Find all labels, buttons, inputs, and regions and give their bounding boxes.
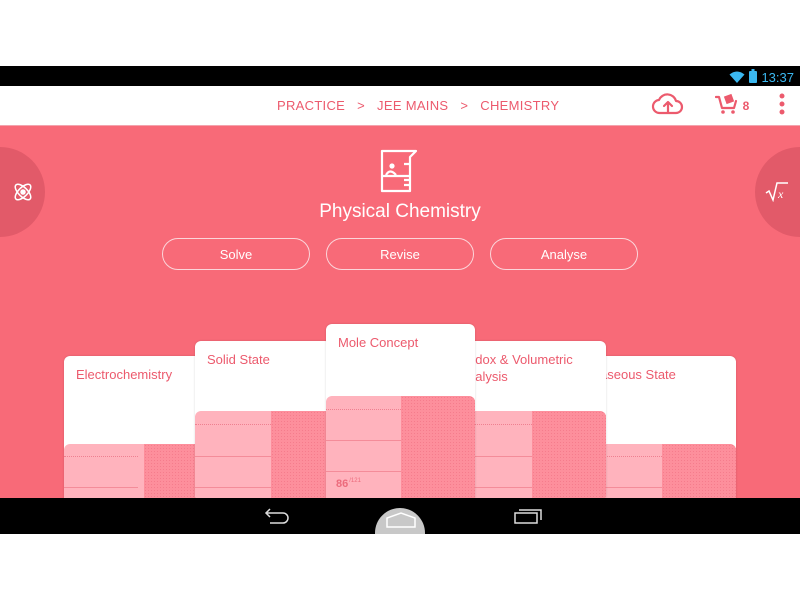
beaker-icon (378, 148, 422, 198)
more-vert-icon (779, 93, 785, 119)
chapter-title: Electrochemistry (76, 367, 173, 382)
breadcrumb-separator: > (460, 98, 469, 113)
recents-icon (514, 509, 542, 528)
breadcrumb-separator: > (357, 98, 366, 113)
score-value: 86 (336, 478, 349, 490)
chapter-card-mole-concept[interactable]: Mole Concept 86/121 (326, 324, 475, 498)
score-total: 121 (350, 478, 361, 485)
svg-text:x: x (777, 187, 784, 201)
wifi-icon (729, 68, 745, 87)
recents-button[interactable] (514, 508, 542, 528)
chapter-card-solid-state[interactable]: Solid State (195, 341, 331, 498)
next-subject-button[interactable]: x (755, 147, 800, 237)
home-button[interactable] (385, 512, 417, 532)
cart-count-badge: 8 (742, 99, 750, 113)
chapter-score: 86/121 (336, 478, 361, 490)
chapter-progress-area (466, 411, 606, 498)
more-options-button[interactable] (772, 92, 792, 120)
cloud-upload-icon (651, 92, 685, 120)
back-button[interactable] (262, 508, 290, 528)
battery-icon (749, 68, 758, 87)
chapter-progress-area (600, 444, 736, 498)
system-nav-bar (0, 498, 800, 534)
subject-panel: x Physical Chemistry Solve Revise Analys… (0, 126, 800, 498)
solve-button[interactable]: Solve (162, 238, 310, 270)
subject-title: Physical Chemistry (319, 201, 481, 222)
chapter-progress-area (64, 444, 204, 498)
chapter-card-redox-volumetric[interactable]: edox & Volumetric nalysis (466, 341, 606, 498)
chapter-title: Mole Concept (338, 335, 419, 350)
revise-button[interactable]: Revise (326, 238, 474, 270)
cart-icon (714, 93, 739, 119)
analyse-button[interactable]: Analyse (490, 238, 638, 270)
device-screen: 13:37 PRACTICE > JEE MAINS > CHEMISTRY 8… (0, 66, 800, 534)
back-icon (262, 508, 290, 528)
chapter-title: edox & Volumetric nalysis (468, 352, 573, 384)
chapter-title: aseous State (600, 367, 676, 382)
chapter-progress-area: 86/121 (326, 396, 475, 498)
chapter-card-gaseous-state[interactable]: aseous State (600, 356, 736, 498)
chapter-title: Solid State (207, 352, 270, 367)
breadcrumb-practice[interactable]: PRACTICE (277, 98, 345, 113)
status-bar: 13:37 (0, 66, 800, 86)
breadcrumb-jee-mains[interactable]: JEE MAINS (377, 98, 448, 113)
chapter-progress-area (195, 411, 331, 498)
chapter-card-electrochemistry[interactable]: Electrochemistry (64, 356, 204, 498)
app-bar: PRACTICE > JEE MAINS > CHEMISTRY 8 (0, 86, 800, 126)
breadcrumb: PRACTICE > JEE MAINS > CHEMISTRY (277, 98, 559, 113)
upload-button[interactable] (650, 92, 686, 120)
status-time: 13:37 (761, 70, 794, 85)
cart-button[interactable]: 8 (711, 92, 753, 120)
breadcrumb-chemistry[interactable]: CHEMISTRY (480, 98, 559, 113)
previous-subject-button[interactable] (0, 147, 45, 237)
home-icon (385, 512, 417, 532)
